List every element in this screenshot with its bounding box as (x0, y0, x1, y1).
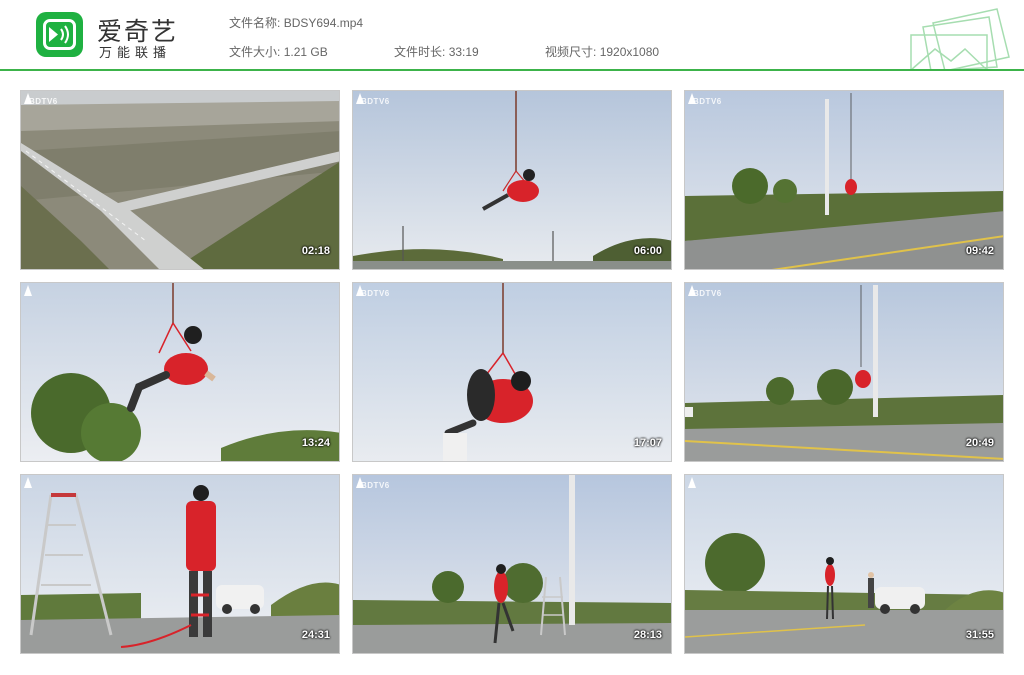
thumbnail-4[interactable]: 13:24 (20, 282, 340, 462)
thumbnail-9[interactable]: 31:55 (684, 474, 1004, 654)
file-duration-info: 文件时长: 33:19 (394, 43, 479, 60)
file-name-info: 文件名称: BDSY694.mp4 (229, 14, 363, 31)
peninsula-logo-icon (688, 477, 696, 488)
timestamp: 02:18 (301, 245, 330, 257)
timestamp: 20:49 (965, 437, 994, 449)
header: 爱奇艺 万能联播 文件名称: BDSY694.mp4 文件大小: 1.21 GB… (0, 0, 1024, 71)
timestamp: 31:55 (965, 629, 994, 641)
file-size-info: 文件大小: 1.21 GB (229, 43, 328, 60)
peninsula-logo-icon (24, 477, 32, 488)
app-logo-icon (36, 12, 83, 57)
thumbnail-8[interactable]: BDTV6 28:13 (352, 474, 672, 654)
timestamp: 06:00 (633, 245, 662, 257)
timestamp: 09:42 (965, 245, 994, 257)
header-divider (0, 69, 1024, 71)
timestamp: 28:13 (633, 629, 662, 641)
video-resolution-label: 视频尺寸: (545, 45, 597, 59)
peninsula-logo-icon (688, 93, 696, 104)
thumbnail-5[interactable]: BDTV6 17:07 (352, 282, 672, 462)
brand-subtitle: 万能联播 (99, 46, 172, 61)
video-resolution-info: 视频尺寸: 1920x1080 (545, 43, 659, 60)
file-duration-label: 文件时长: (394, 45, 446, 59)
picture-frames-icon (910, 8, 1010, 71)
timestamp: 24:31 (301, 629, 330, 641)
peninsula-logo-icon (24, 285, 32, 296)
thumbnail-7[interactable]: 24:31 (20, 474, 340, 654)
thumbnail-1[interactable]: BDTV6 02:18 (20, 90, 340, 270)
peninsula-logo-icon (356, 93, 364, 104)
file-size-label: 文件大小: (229, 45, 281, 59)
video-resolution-value: 1920x1080 (599, 45, 660, 59)
peninsula-logo-icon (688, 285, 696, 296)
file-duration-value: 33:19 (448, 45, 479, 59)
thumbnail-6[interactable]: BDTV6 20:49 (684, 282, 1004, 462)
thumbnail-grid: BDTV6 02:18 BDTV6 06:00 BDTV6 09:42 13:2… (20, 90, 1004, 655)
thumbnail-2[interactable]: BDTV6 06:00 (352, 90, 672, 270)
peninsula-logo-icon (356, 477, 364, 488)
peninsula-logo-icon (356, 285, 364, 296)
thumbnail-3[interactable]: BDTV6 09:42 (684, 90, 1004, 270)
file-size-value: 1.21 GB (283, 45, 328, 59)
timestamp: 13:24 (301, 437, 330, 449)
peninsula-logo-icon (24, 93, 32, 104)
file-name-value: BDSY694.mp4 (283, 16, 364, 30)
timestamp: 17:07 (633, 437, 662, 449)
file-name-label: 文件名称: (229, 16, 281, 30)
